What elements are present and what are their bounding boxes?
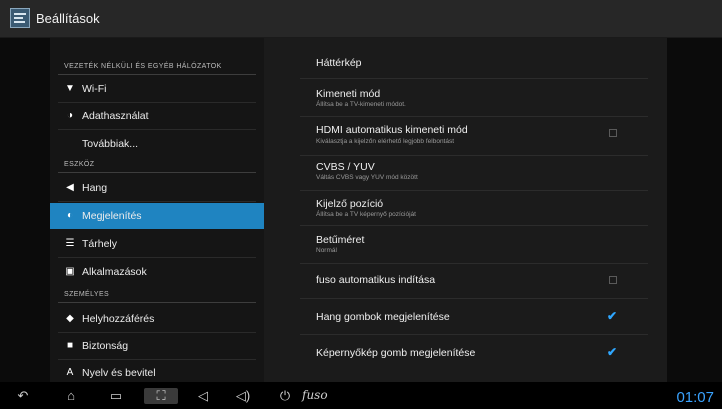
action-bar: Beállítások bbox=[0, 0, 722, 38]
category-divider bbox=[58, 302, 256, 303]
settings-sidebar: VEZETÉK NÉLKÜLI ÉS EGYÉB HÁLÓZATOK ▼ Wi-… bbox=[50, 38, 264, 382]
storage-icon: ☰ bbox=[65, 238, 75, 249]
setting-output-mode[interactable]: Kimeneti mód Állítsa be a TV-kimeneti mó… bbox=[264, 79, 667, 115]
show-screenshot-button-checkbox[interactable]: ✔ bbox=[607, 346, 621, 358]
setting-title: Képernyőkép gomb megjelenítése bbox=[316, 347, 476, 359]
back-icon[interactable]: ↶ bbox=[14, 388, 32, 404]
sidebar-item-sound[interactable]: ◀ Hang bbox=[50, 175, 264, 201]
setting-show-volume-buttons[interactable]: Hang gombok megjelenítése ✔ bbox=[264, 299, 667, 331]
wifi-icon: ▼ bbox=[65, 83, 75, 94]
lock-icon: ■ bbox=[66, 340, 74, 351]
sidebar-item-more[interactable]: Továbbiak... bbox=[50, 131, 264, 157]
divider bbox=[58, 129, 256, 130]
divider bbox=[58, 201, 256, 202]
data-usage-icon: ◑ bbox=[66, 110, 74, 121]
category-device: ESZKÖZ bbox=[64, 161, 95, 168]
sidebar-item-display[interactable]: ◐ Megjelenítés bbox=[50, 203, 264, 229]
setting-title: Betűméret bbox=[316, 234, 365, 246]
fuso-brand[interactable]: fuso bbox=[302, 388, 328, 402]
setting-subtitle: Váltás CVBS vagy YUV mód között bbox=[316, 174, 418, 181]
location-icon: ◆ bbox=[66, 313, 74, 324]
system-navigation-bar: ↶ ⌂ ▭ ⛶ ◁ ◁) ⏻ fuso 01:07 bbox=[0, 383, 722, 409]
setting-subtitle: Állítsa be a TV képernyő pozícióját bbox=[316, 211, 416, 218]
setting-subtitle: Állítsa be a TV-kimeneti módot. bbox=[316, 101, 406, 108]
setting-title: Hang gombok megjelenítése bbox=[316, 311, 450, 323]
sidebar-item-storage[interactable]: ☰ Tárhely bbox=[50, 231, 264, 257]
sidebar-item-security[interactable]: ■ Biztonság bbox=[50, 333, 264, 359]
category-personal: SZEMÉLYES bbox=[64, 291, 110, 298]
sidebar-item-wifi[interactable]: ▼ Wi-Fi bbox=[50, 76, 264, 102]
clock: 01:07 bbox=[676, 389, 714, 406]
sidebar-item-label: Nyelv és bevitel bbox=[82, 367, 156, 379]
setting-subtitle: Kiválasztja a kijelzőn elérhető legjobb … bbox=[316, 138, 455, 145]
sidebar-item-apps[interactable]: ▣ Alkalmazások bbox=[50, 259, 264, 285]
sidebar-item-label: Wi-Fi bbox=[82, 83, 107, 95]
category-wireless-networks: VEZETÉK NÉLKÜLI ÉS EGYÉB HÁLÓZATOK bbox=[64, 63, 222, 70]
divider bbox=[58, 257, 256, 258]
sidebar-item-label: Biztonság bbox=[82, 340, 129, 352]
sidebar-item-label: Adathasználat bbox=[82, 110, 149, 122]
sidebar-item-location[interactable]: ◆ Helyhozzáférés bbox=[50, 306, 264, 332]
settings-app-icon[interactable] bbox=[10, 8, 30, 28]
sidebar-item-data-usage[interactable]: ◑ Adathasználat bbox=[50, 103, 264, 129]
volume-down-icon[interactable]: ◁ bbox=[194, 388, 212, 404]
fuso-autostart-checkbox[interactable] bbox=[609, 276, 617, 284]
sidebar-item-label: Továbbiak... bbox=[82, 138, 139, 150]
setting-font-size[interactable]: Betűméret Normál bbox=[264, 226, 667, 262]
setting-fuso-autostart[interactable]: fuso automatikus indítása bbox=[264, 264, 667, 296]
setting-title: CVBS / YUV bbox=[316, 161, 375, 173]
category-divider bbox=[58, 74, 256, 75]
setting-display-position[interactable]: Kijelző pozíció Állítsa be a TV képernyő… bbox=[264, 191, 667, 227]
setting-cvbs-yuv[interactable]: CVBS / YUV Váltás CVBS vagy YUV mód közö… bbox=[264, 156, 667, 192]
setting-title: Kimeneti mód bbox=[316, 88, 381, 100]
sidebar-item-label: Alkalmazások bbox=[82, 266, 147, 278]
display-icon: ◐ bbox=[66, 210, 74, 221]
setting-title: Kijelző pozíció bbox=[316, 198, 384, 210]
language-icon: A bbox=[66, 367, 74, 378]
page-title: Beállítások bbox=[36, 11, 100, 26]
apps-icon: ▣ bbox=[65, 266, 75, 277]
sidebar-item-label: Megjelenítés bbox=[82, 210, 142, 222]
setting-hdmi-auto-output[interactable]: HDMI automatikus kimeneti mód Kiválasztj… bbox=[264, 117, 667, 154]
home-icon[interactable]: ⌂ bbox=[62, 388, 80, 404]
recent-apps-icon[interactable]: ▭ bbox=[107, 388, 125, 404]
speaker-icon: ◀ bbox=[66, 182, 74, 193]
show-volume-buttons-checkbox[interactable]: ✔ bbox=[607, 310, 621, 322]
settings-content: VEZETÉK NÉLKÜLI ÉS EGYÉB HÁLÓZATOK ▼ Wi-… bbox=[0, 38, 722, 382]
sidebar-item-label: Hang bbox=[82, 182, 108, 194]
setting-title: fuso automatikus indítása bbox=[316, 274, 436, 286]
volume-up-icon[interactable]: ◁) bbox=[232, 388, 254, 404]
display-settings-panel: Háttérkép Kimeneti mód Állítsa be a TV-k… bbox=[264, 38, 667, 382]
setting-title: HDMI automatikus kimeneti mód bbox=[316, 124, 468, 136]
setting-wallpaper[interactable]: Háttérkép bbox=[264, 38, 667, 74]
setting-title: Háttérkép bbox=[316, 57, 362, 69]
setting-show-screenshot-button[interactable]: Képernyőkép gomb megjelenítése ✔ bbox=[264, 335, 667, 367]
hdmi-auto-checkbox[interactable] bbox=[609, 129, 617, 137]
screenshot-icon[interactable]: ⛶ bbox=[144, 388, 178, 404]
power-icon[interactable]: ⏻ bbox=[276, 388, 294, 404]
setting-subtitle: Normál bbox=[316, 247, 337, 254]
category-divider bbox=[58, 172, 256, 173]
sidebar-item-label: Tárhely bbox=[82, 238, 118, 250]
sidebar-item-label: Helyhozzáférés bbox=[82, 313, 155, 325]
